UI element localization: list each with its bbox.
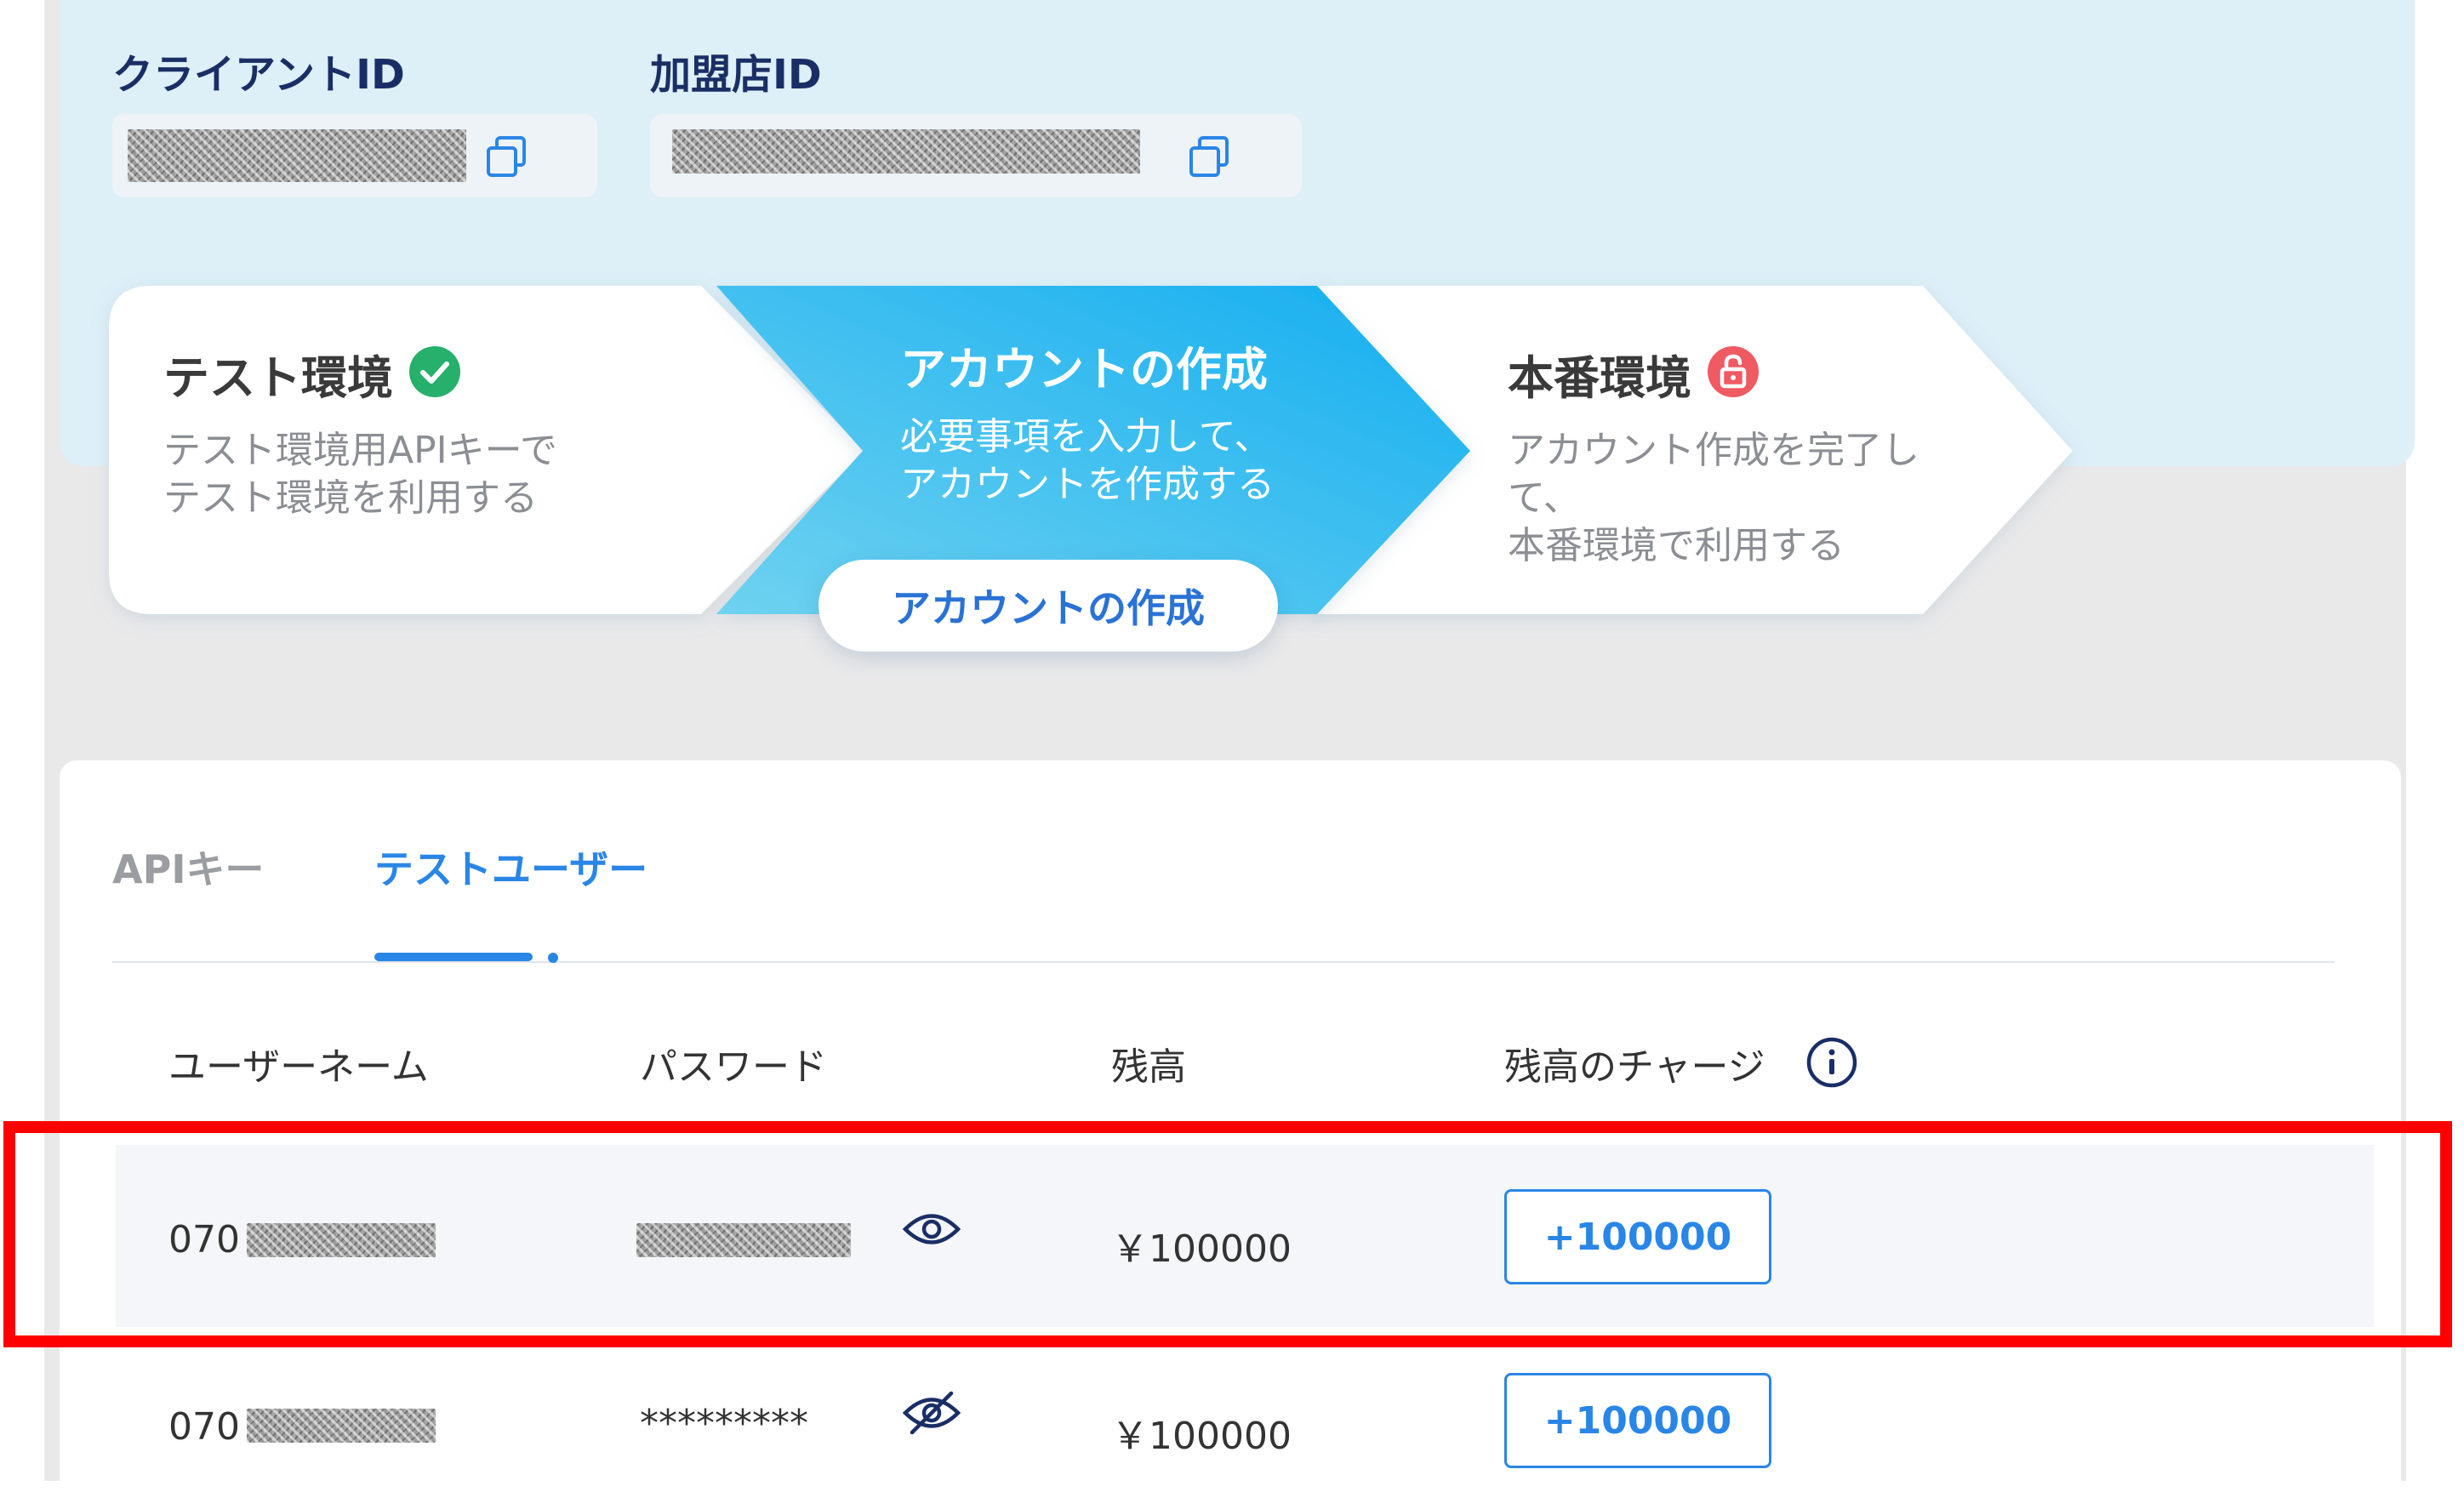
- header-balance: 残高: [1111, 1045, 1186, 1089]
- password-value: *********: [640, 1402, 808, 1445]
- active-tab-dot: [548, 953, 558, 963]
- step-progress: [109, 286, 2073, 614]
- step-account-title: アカウントの作成: [900, 343, 1268, 396]
- tab-api-keys[interactable]: APIキー: [112, 839, 264, 895]
- tab-divider: [112, 961, 2335, 963]
- balance-value: ￥100000: [1111, 1415, 1292, 1458]
- check-circle-icon: [409, 346, 460, 397]
- username-prefix: 070: [168, 1405, 240, 1449]
- header-password: パスワード: [640, 1045, 827, 1089]
- active-tab-indicator: [374, 953, 533, 961]
- masked-username: [247, 1409, 436, 1443]
- info-icon[interactable]: [1805, 1036, 1858, 1089]
- step-account-description: 必要事項を入力して、 アカウントを作成する: [900, 415, 1275, 506]
- tab-test-users[interactable]: テストユーザー: [374, 839, 647, 895]
- unlock-icon: [1708, 346, 1759, 397]
- step-production-description: アカウント作成を完了し て、 本番環境で利用する: [1508, 429, 1919, 567]
- step-test-description: テスト環境用APIキーで テスト環境を利用する: [163, 429, 557, 520]
- header-username: ユーザーネーム: [168, 1045, 429, 1089]
- charge-button[interactable]: +100000: [1504, 1373, 1771, 1468]
- step-production-title: 本番環境: [1508, 351, 1691, 405]
- create-account-button[interactable]: アカウントの作成: [818, 560, 1278, 652]
- step-test-title: テスト環境: [163, 351, 393, 405]
- highlight-box: [3, 1121, 2452, 1347]
- header-balance-charge: 残高のチャージ: [1504, 1045, 1765, 1089]
- eye-off-icon[interactable]: [902, 1390, 961, 1436]
